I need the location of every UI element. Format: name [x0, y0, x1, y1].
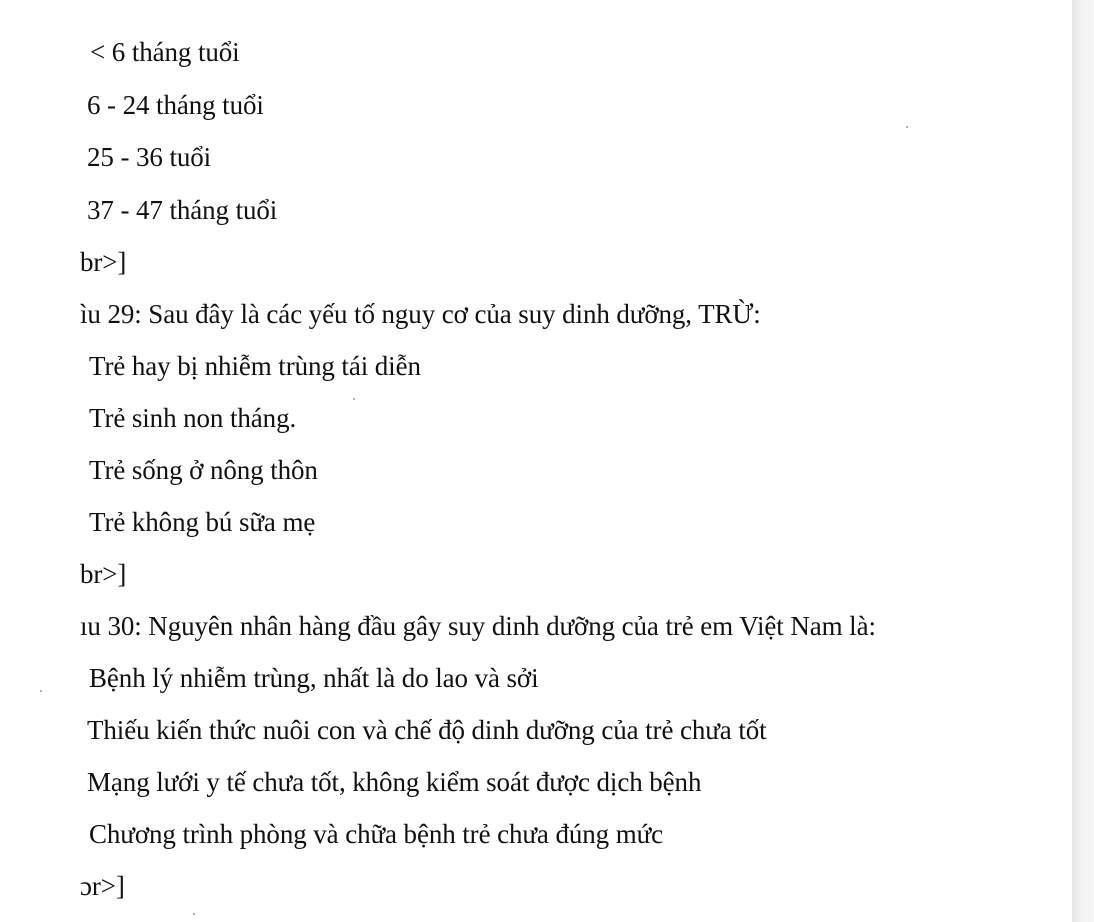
scan-speck — [906, 126, 908, 128]
answer-option-recurrent-infection: Trẻ hay bị nhiễm trùng tái diễn — [89, 351, 421, 381]
answer-option-no-breastfeeding: Trẻ không bú sữa mẹ — [89, 507, 316, 537]
answer-option-infectious-disease: Bệnh lý nhiễm trùng, nhất là do lao và s… — [89, 663, 539, 693]
question-30: ıu 30: Nguyên nhân hàng đầu gây suy dinh… — [80, 611, 876, 641]
answer-option-6-24-months: 6 - 24 tháng tuổi — [87, 90, 264, 120]
answer-option-lack-of-knowledge: Thiếu kiến thức nuôi con và chế độ dinh … — [87, 715, 767, 745]
answer-option-premature: Trẻ sinh non tháng. — [89, 403, 297, 433]
scan-speck — [40, 690, 42, 692]
answer-option-37-47-months: 37 - 47 tháng tuổi — [87, 195, 278, 225]
br-marker: ɔr>] — [80, 871, 125, 901]
question-29: ìu 29: Sau đây là các yếu tố nguy cơ của… — [80, 299, 761, 329]
answer-option-rural: Trẻ sống ở nông thôn — [89, 455, 318, 485]
answer-option-25-36: 25 - 36 tuổi — [87, 142, 212, 172]
answer-option-prevention-program: Chương trình phòng và chữa bệnh trẻ chưa… — [89, 819, 664, 849]
answer-option-under-6-months: < 6 tháng tuổi — [90, 37, 240, 67]
br-marker: br>] — [80, 247, 127, 277]
br-marker: br>] — [80, 559, 127, 589]
page-edge-shadow — [1072, 0, 1094, 922]
scan-speck — [193, 913, 195, 915]
document-page: < 6 tháng tuổi 6 - 24 tháng tuổi 25 - 36… — [0, 0, 1072, 922]
scan-speck — [353, 398, 355, 400]
answer-option-health-network: Mạng lưới y tế chưa tốt, không kiểm soát… — [87, 767, 702, 797]
